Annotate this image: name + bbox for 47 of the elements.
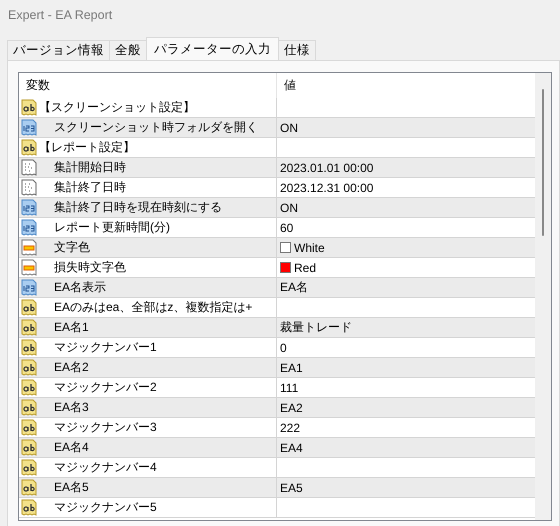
ab-icon <box>21 299 37 316</box>
tab[interactable]: 仕様 <box>278 40 316 60</box>
parameter-name: マジックナンバー5 <box>53 499 157 516</box>
parameter-name: EA名5 <box>53 479 89 496</box>
parameter-name: マジックナンバー4 <box>53 459 157 476</box>
parameter-name: 集計終了日時 <box>53 179 126 196</box>
parameter-name: 文字色 <box>53 239 90 256</box>
parameter-name: EA名2 <box>53 359 89 376</box>
ab-icon <box>21 139 37 156</box>
parameter-name: 【レポート設定】 <box>39 139 135 156</box>
ab-icon <box>21 379 37 396</box>
tab[interactable]: バージョン情報 <box>7 40 110 60</box>
scrollbar-thumb[interactable] <box>542 89 544 236</box>
parameter-name: EA名1 <box>53 319 89 336</box>
ab-icon <box>21 339 37 356</box>
parameter-name: EA名3 <box>53 399 89 416</box>
ab-icon <box>21 399 37 416</box>
ab-icon <box>21 499 37 516</box>
ab-icon <box>21 419 37 436</box>
number-icon <box>21 279 37 296</box>
parameter-name: マジックナンバー3 <box>53 419 157 436</box>
window-title: Expert - EA Report <box>7 7 114 24</box>
parameter-name: 集計終了日時を現在時刻にする <box>53 199 222 216</box>
parameter-name: EA名4 <box>53 439 89 456</box>
scrollbar[interactable] <box>535 73 551 520</box>
ab-icon <box>21 359 37 376</box>
ab-icon <box>21 479 37 496</box>
number-icon <box>21 119 37 136</box>
parameter-name: スクリーンショット時フォルダを開く <box>53 119 258 136</box>
parameter-name: 【スクリーンショット設定】 <box>39 99 195 116</box>
parameter-name: マジックナンバー2 <box>53 379 157 396</box>
parameter-name: レポート更新時間(分) <box>53 219 170 236</box>
ab-icon <box>21 439 37 456</box>
parameter-name: 集計開始日時 <box>53 159 126 176</box>
ab-icon <box>21 319 37 336</box>
color-icon <box>21 239 37 256</box>
number-icon <box>21 219 37 236</box>
column-header[interactable]: 変数 <box>19 73 276 98</box>
ab-icon <box>21 99 37 116</box>
parameter-name: EAのみはea、全部はz、複数指定は+ <box>53 299 252 316</box>
parameter-name: マジックナンバー1 <box>53 339 157 356</box>
tab[interactable]: パラメーターの入力 <box>146 37 279 60</box>
parameter-name: 損失時文字色 <box>53 259 126 276</box>
ab-icon <box>21 459 37 476</box>
parameter-name: EA名表示 <box>53 279 106 296</box>
calendar-icon <box>21 159 37 176</box>
number-icon <box>21 199 37 216</box>
